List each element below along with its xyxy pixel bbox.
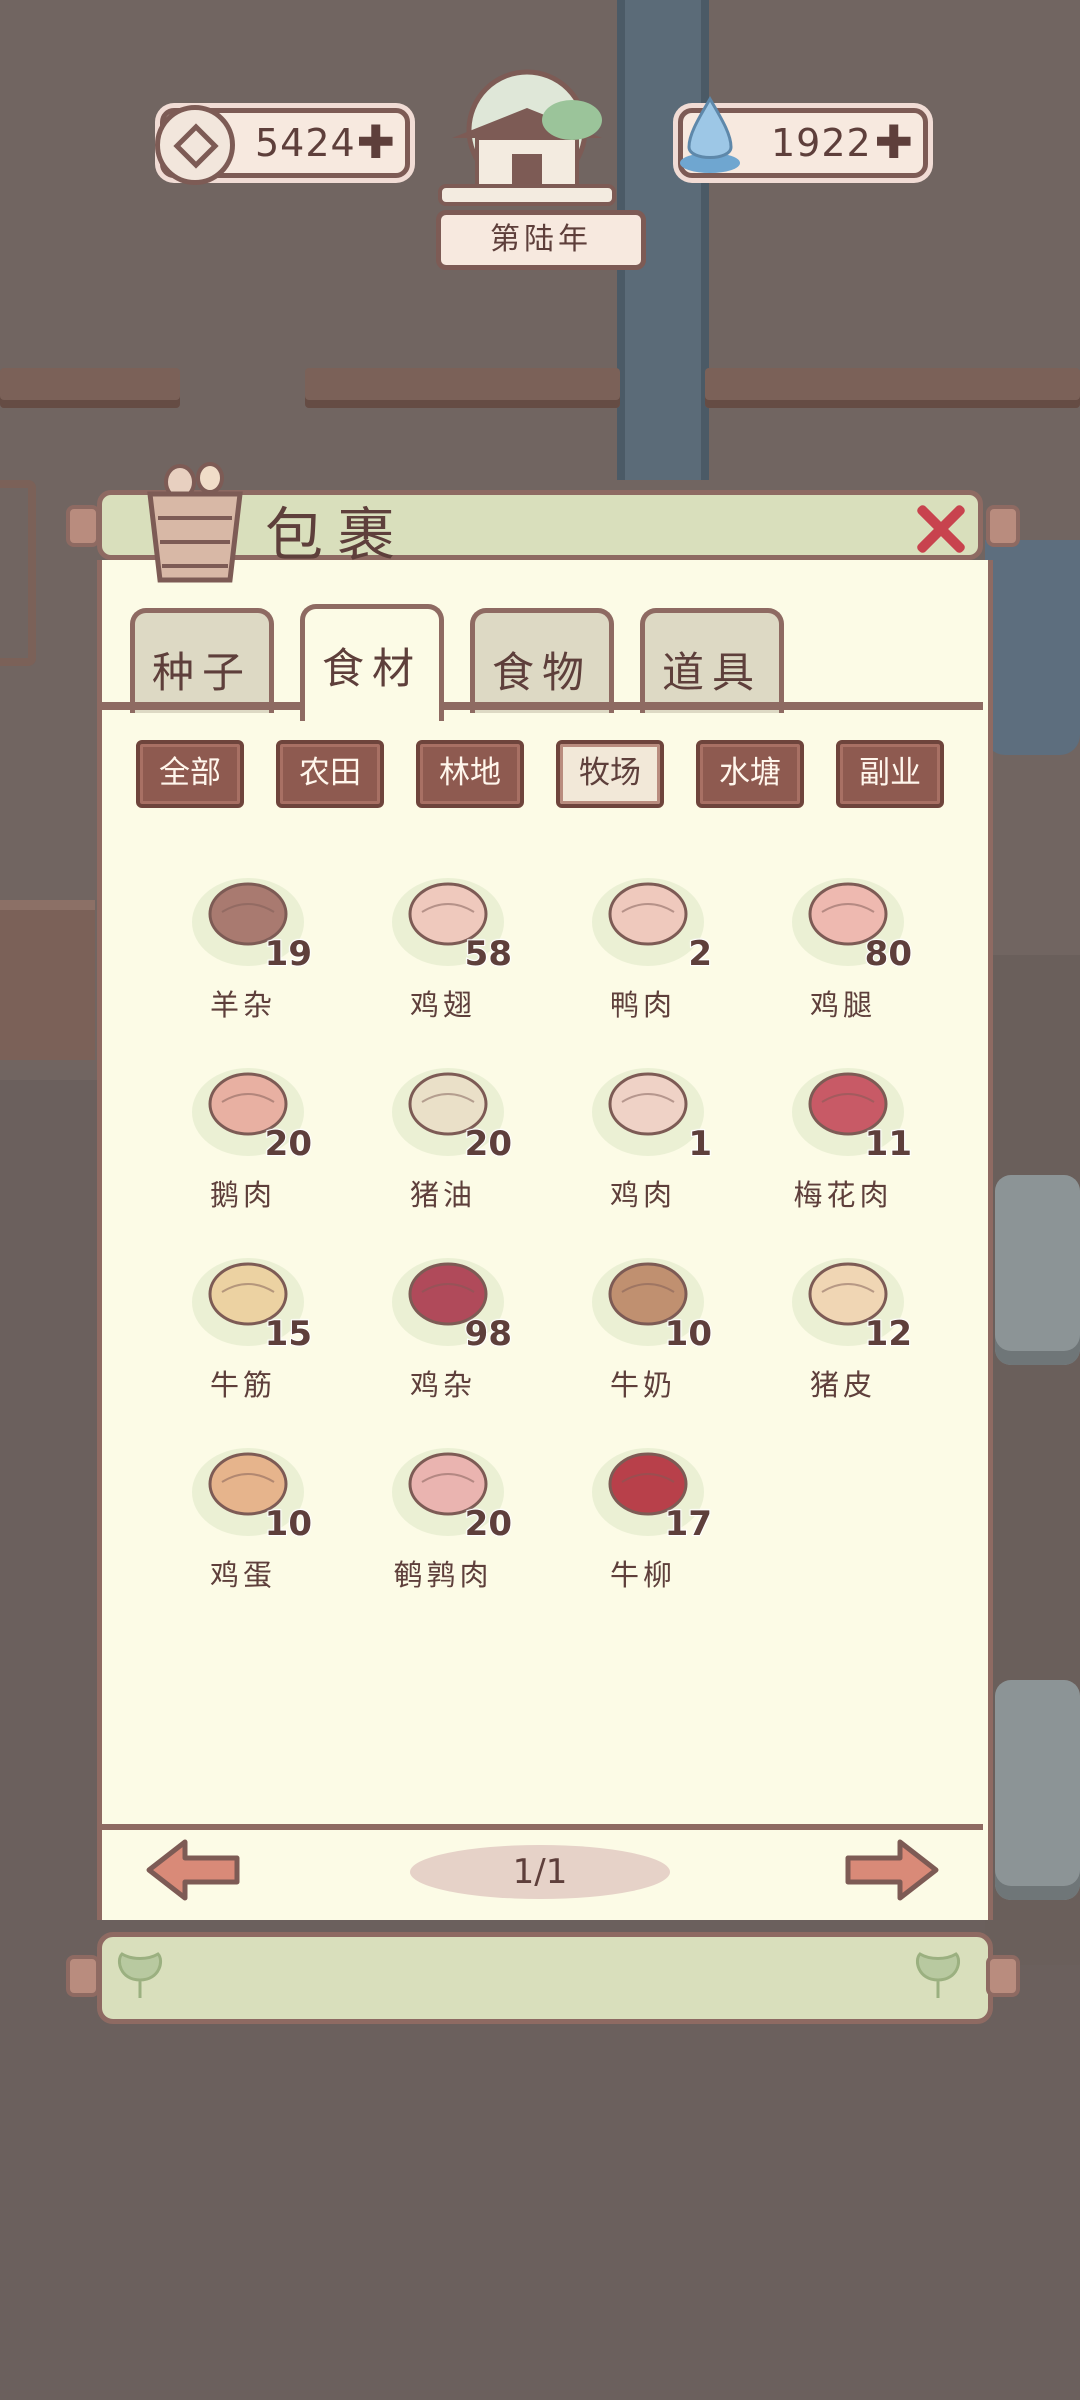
- prev-page-arrow-icon[interactable]: [145, 1838, 245, 1902]
- close-icon[interactable]: [910, 498, 970, 558]
- scroll-end-right: [986, 1955, 1020, 1997]
- footer-divider: [97, 1824, 983, 1830]
- item-quantity: 2: [687, 933, 713, 975]
- add-water-icon[interactable]: ✚: [874, 117, 913, 167]
- filter-farmland[interactable]: 农田: [276, 740, 384, 808]
- item-quantity: 20: [464, 1503, 513, 1545]
- inventory-item[interactable]: 2 鸭肉: [568, 852, 718, 1032]
- item-quantity: 19: [264, 933, 313, 975]
- inventory-item[interactable]: 19 羊杂: [168, 852, 318, 1032]
- year-label: 第陆年: [436, 210, 646, 270]
- inventory-item[interactable]: 58 鸡翅: [368, 852, 518, 1032]
- item-name: 鸡肉: [609, 1178, 676, 1212]
- coin-value: 5424: [255, 121, 356, 165]
- inventory-item[interactable]: 17 牛柳: [568, 1422, 718, 1602]
- item-quantity: 15: [264, 1313, 313, 1355]
- tab-ingredients[interactable]: 食材: [300, 604, 444, 721]
- filter-sideline[interactable]: 副业: [836, 740, 944, 808]
- item-quantity: 17: [664, 1503, 713, 1545]
- item-name: 羊杂: [209, 988, 276, 1022]
- item-quantity: 10: [664, 1313, 713, 1355]
- coin-counter[interactable]: 5424 ✚: [155, 105, 410, 185]
- item-quantity: 10: [264, 1503, 313, 1545]
- page-indicator: 1/1: [410, 1845, 670, 1899]
- tab-label: 种子: [151, 648, 252, 697]
- inventory-item[interactable]: 20 鹅肉: [168, 1042, 318, 1222]
- item-quantity: 98: [464, 1313, 513, 1355]
- item-name: 梅花肉: [793, 1178, 893, 1212]
- inventory-item[interactable]: 10 鸡蛋: [168, 1422, 318, 1602]
- wooden-beam-middle: [305, 368, 620, 408]
- item-name: 牛奶: [609, 1368, 676, 1402]
- filter-all[interactable]: 全部: [136, 740, 244, 808]
- item-name: 鸡杂: [409, 1368, 476, 1402]
- wall-frame: [0, 480, 36, 666]
- water-counter[interactable]: 1922 ✚: [678, 96, 928, 178]
- water-value: 1922: [771, 121, 872, 165]
- tab-label: 道具: [661, 648, 762, 697]
- inventory-item[interactable]: 80 鸡腿: [768, 852, 918, 1032]
- inventory-item[interactable]: 15 牛筋: [168, 1232, 318, 1412]
- wooden-beam-right: [705, 368, 1080, 408]
- inventory-item[interactable]: 10 牛奶: [568, 1232, 718, 1412]
- item-quantity: 20: [464, 1123, 513, 1165]
- ginkgo-leaf-icon: [117, 1952, 163, 1998]
- item-name: 鸡腿: [809, 988, 876, 1022]
- item-quantity: 80: [864, 933, 913, 975]
- next-page-arrow-icon[interactable]: [840, 1838, 940, 1902]
- item-name: 牛筋: [209, 1368, 276, 1402]
- inventory-item[interactable]: 12 猪皮: [768, 1232, 918, 1412]
- filter-pasture[interactable]: 牧场: [556, 740, 664, 808]
- basket-icon: [140, 462, 250, 584]
- panel-title: 包裹: [265, 501, 410, 569]
- scroll-end-right: [986, 505, 1020, 547]
- ginkgo-leaf-icon: [915, 1952, 961, 1998]
- item-quantity: 58: [464, 933, 513, 975]
- coin-icon: [155, 105, 235, 185]
- scroll-end-left: [66, 1955, 100, 1997]
- tab-label: 食物: [491, 648, 592, 697]
- item-name: 鹌鹑肉: [393, 1558, 493, 1592]
- item-name: 鸭肉: [609, 988, 676, 1022]
- item-quantity: 20: [264, 1123, 313, 1165]
- item-name: 猪皮: [809, 1368, 876, 1402]
- inventory-item[interactable]: 98 鸡杂: [368, 1232, 518, 1412]
- stone-decoration: [995, 1175, 1080, 1365]
- item-quantity: 12: [864, 1313, 913, 1355]
- inventory-item[interactable]: 11 梅花肉: [768, 1042, 918, 1222]
- tab-label: 食材: [321, 644, 422, 693]
- inventory-item[interactable]: 1 鸡肉: [568, 1042, 718, 1222]
- scroll-end-left: [66, 505, 100, 547]
- wooden-beam-left: [0, 368, 180, 408]
- house-emblem-icon[interactable]: [432, 68, 622, 218]
- item-quantity: 11: [864, 1123, 913, 1165]
- panel-bottom-bar: [97, 1932, 993, 2024]
- item-name: 牛柳: [609, 1558, 676, 1592]
- stone-decoration: [995, 1680, 1080, 1900]
- filter-pond[interactable]: 水塘: [696, 740, 804, 808]
- tab-tools[interactable]: 道具: [640, 608, 784, 713]
- water-drop-icon: [680, 96, 740, 173]
- item-quantity: 1: [687, 1123, 713, 1165]
- tab-food[interactable]: 食物: [470, 608, 614, 713]
- tab-seeds[interactable]: 种子: [130, 608, 274, 713]
- inventory-item[interactable]: 20 鹌鹑肉: [368, 1422, 518, 1602]
- item-name: 鸡翅: [409, 988, 476, 1022]
- item-name: 鹅肉: [209, 1178, 276, 1212]
- tab-divider: [97, 702, 983, 710]
- curtain: [985, 540, 1080, 755]
- item-name: 鸡蛋: [209, 1558, 276, 1592]
- wooden-shelf: [0, 900, 95, 1060]
- add-coins-icon[interactable]: ✚: [356, 117, 395, 167]
- filter-woodland[interactable]: 林地: [416, 740, 524, 808]
- item-name: 猪油: [409, 1178, 476, 1212]
- inventory-item[interactable]: 20 猪油: [368, 1042, 518, 1222]
